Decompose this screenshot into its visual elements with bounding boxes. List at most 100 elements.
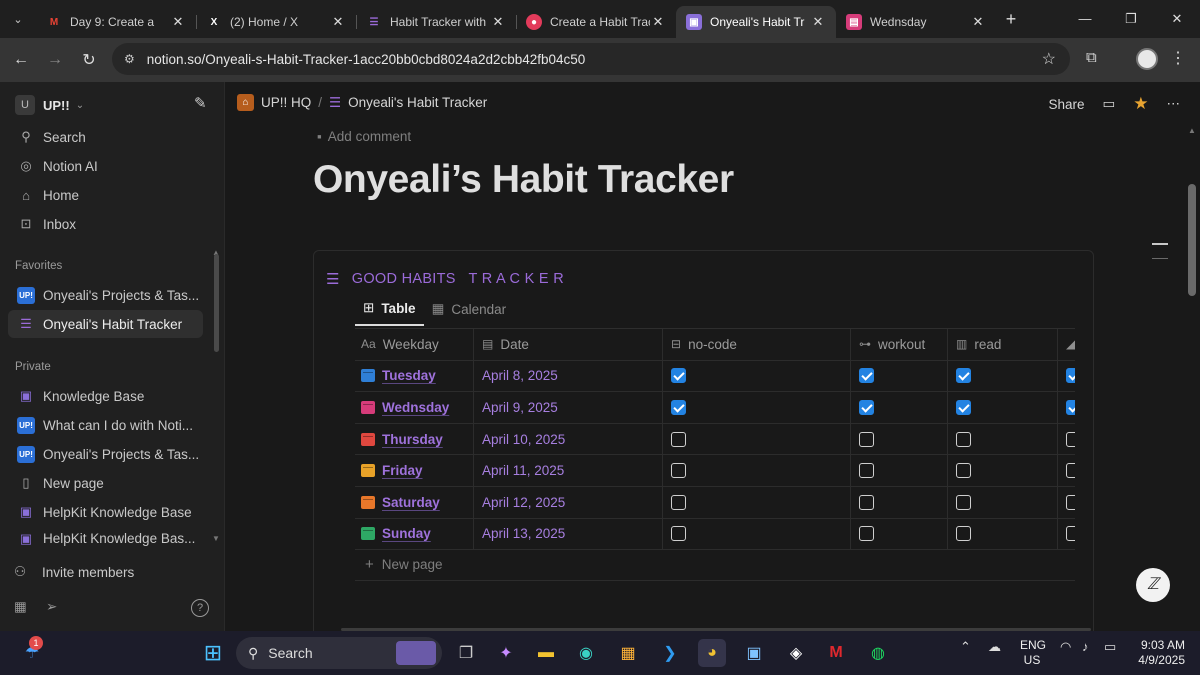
url-input[interactable]: ⚙ notion.so/Onyeali-s-Habit-Tracker-1acc… xyxy=(112,43,1070,75)
taskbar-search[interactable]: ⚲ Search xyxy=(236,637,442,669)
weekday-link[interactable]: Friday xyxy=(382,463,423,478)
habit-checkbox[interactable] xyxy=(671,463,686,479)
close-tab-icon[interactable]: ✕ xyxy=(170,14,186,30)
browser-tab-1[interactable]: X (2) Home / X ✕ xyxy=(196,6,356,38)
sidebar-item-inbox[interactable]: ⊡ Inbox xyxy=(8,210,203,238)
task-view-icon[interactable]: ❐ xyxy=(452,639,480,667)
habit-checkbox[interactable] xyxy=(956,526,971,542)
habit-checkbox[interactable] xyxy=(1066,526,1075,542)
bookmark-star-icon[interactable]: ☆ xyxy=(1042,49,1056,69)
column-header-weekday[interactable]: Aa Weekday xyxy=(355,329,474,360)
close-tab-icon[interactable]: ✕ xyxy=(810,14,826,30)
table-row[interactable]: Thursday April 10, 2025 xyxy=(355,423,1075,456)
habit-checkbox[interactable] xyxy=(956,494,971,510)
habit-checkbox[interactable] xyxy=(859,463,874,479)
column-header-read[interactable]: ▥ read xyxy=(948,329,1058,360)
habit-checkbox[interactable] xyxy=(956,431,971,447)
habit-checkbox[interactable] xyxy=(671,431,686,447)
tab-table[interactable]: ⊞ Table xyxy=(355,300,424,326)
windows-start-icon[interactable]: ⊞ xyxy=(199,639,227,667)
close-tab-icon[interactable]: ✕ xyxy=(330,14,346,30)
back-icon[interactable]: ← xyxy=(4,51,38,69)
habit-checkbox[interactable] xyxy=(859,368,874,384)
sidebar-item-helpkit-2[interactable]: ▣ HelpKit Knowledge Bas... xyxy=(8,527,203,547)
volume-icon[interactable]: ♪ xyxy=(1082,639,1089,654)
breadcrumb-workspace[interactable]: UP!! HQ xyxy=(261,95,311,110)
favorite-star-icon[interactable]: ★ xyxy=(1133,94,1148,114)
system-clock[interactable]: 9:03 AM 4/9/2025 xyxy=(1133,638,1185,668)
habit-checkbox[interactable] xyxy=(859,431,874,447)
restore-icon[interactable]: ❐ xyxy=(1108,0,1154,38)
weekday-cell[interactable]: Wednsday xyxy=(355,392,474,423)
copilot-icon[interactable]: ✦ xyxy=(492,639,520,667)
reload-icon[interactable]: ↻ xyxy=(72,50,106,70)
table-row[interactable]: Wednsday April 9, 2025 xyxy=(355,392,1075,424)
profile-avatar[interactable] xyxy=(1136,48,1158,70)
invite-members-button[interactable]: ⚇ Invite members xyxy=(14,564,134,580)
edge-icon[interactable]: ◉ xyxy=(572,639,600,667)
remote-desktop-icon[interactable]: ▣ xyxy=(740,639,768,667)
minimize-icon[interactable]: — xyxy=(1062,0,1108,38)
sidebar-item-habit-tracker[interactable]: ☰ Onyeali's Habit Tracker xyxy=(8,310,203,338)
date-cell[interactable]: April 12, 2025 xyxy=(474,486,663,518)
vscode-icon[interactable]: ❯ xyxy=(656,639,684,667)
weekday-link[interactable]: Saturday xyxy=(382,495,440,510)
weekday-link[interactable]: Thursday xyxy=(382,432,443,447)
habit-checkbox[interactable] xyxy=(956,463,971,479)
column-header-date[interactable]: ▤ Date xyxy=(474,329,663,360)
sidebar-item-projects-fav[interactable]: UP! Onyeali's Projects & Tas... xyxy=(8,281,203,309)
weekday-cell[interactable]: Saturday xyxy=(355,486,474,518)
share-button[interactable]: Share xyxy=(1048,97,1084,112)
templates-icon[interactable]: ▦ xyxy=(14,599,27,615)
sidebar-item-search[interactable]: ⚲ Search xyxy=(8,123,203,151)
habit-checkbox[interactable] xyxy=(1066,494,1075,510)
habit-checkbox[interactable] xyxy=(859,399,874,415)
table-row[interactable]: Friday April 11, 2025 xyxy=(355,455,1075,487)
habit-checkbox[interactable] xyxy=(956,399,971,415)
habit-checkbox[interactable] xyxy=(1066,431,1075,447)
weekday-link[interactable]: Wednsday xyxy=(382,400,449,415)
weekday-cell[interactable]: Friday xyxy=(355,455,474,486)
page-scrollbar[interactable] xyxy=(1188,184,1196,296)
habit-checkbox[interactable] xyxy=(671,399,686,415)
habit-checkbox[interactable] xyxy=(1066,463,1075,479)
browser-tab-3[interactable]: ● Create a Habit Trac ✕ xyxy=(516,6,676,38)
weekday-link[interactable]: Tuesday xyxy=(382,368,436,383)
site-info-icon[interactable]: ⚙ xyxy=(124,52,135,66)
tab-calendar[interactable]: ▦ Calendar xyxy=(424,300,515,326)
date-cell[interactable]: April 13, 2025 xyxy=(474,518,663,550)
new-page-compose-icon[interactable]: ✎ xyxy=(194,94,207,112)
tab-search-dropdown-icon[interactable]: ⌄ xyxy=(0,0,36,38)
browser-tab-0[interactable]: M Day 9: Create a ✕ xyxy=(36,6,196,38)
habit-checkbox[interactable] xyxy=(1066,368,1075,384)
browser-tab-5[interactable]: ▤ Wednsday ✕ xyxy=(836,6,996,38)
sidebar-item-what-can-i-do[interactable]: UP! What can I do with Noti... xyxy=(8,411,203,439)
weekday-cell[interactable]: Thursday xyxy=(355,423,474,455)
database-title[interactable]: ☰ GOOD HABITS T R A C K E R xyxy=(326,270,564,288)
column-header-workout[interactable]: ⊶ workout xyxy=(851,329,948,360)
sidebar-scroll-down-icon[interactable]: ▼ xyxy=(212,534,220,543)
toc-line-icon[interactable] xyxy=(1152,258,1168,259)
sidebar-item-notion-ai[interactable]: ◎ Notion AI xyxy=(8,152,203,180)
store-icon[interactable]: ▦ xyxy=(614,639,642,667)
habit-checkbox[interactable] xyxy=(1066,399,1075,415)
extensions-icon[interactable]: ⧉ xyxy=(1086,49,1097,66)
table-row[interactable]: Tuesday April 8, 2025 xyxy=(355,360,1075,393)
show-hidden-icons-icon[interactable]: ⌃ xyxy=(960,639,971,655)
sidebar-item-projects[interactable]: UP! Onyeali's Projects & Tas... xyxy=(8,440,203,468)
sidebar-item-helpkit-1[interactable]: ▣ HelpKit Knowledge Base xyxy=(8,498,203,526)
sidebar-scrollbar[interactable] xyxy=(214,254,219,352)
cloud-icon[interactable]: ☁ xyxy=(988,639,1001,655)
favorites-heading[interactable]: Favorites xyxy=(15,260,62,272)
new-tab-icon[interactable]: + xyxy=(996,9,1026,30)
close-tab-icon[interactable]: ✕ xyxy=(490,14,506,30)
habit-checkbox[interactable] xyxy=(859,526,874,542)
workspace-switcher[interactable]: U UP!! ⌄ xyxy=(15,95,84,115)
sidebar-item-home[interactable]: ⌂ Home xyxy=(8,181,203,209)
habit-checkbox[interactable] xyxy=(671,494,686,510)
weekday-link[interactable]: Sunday xyxy=(382,526,431,541)
battery-icon[interactable]: ▭ xyxy=(1104,639,1116,655)
more-options-icon[interactable]: ⋯ xyxy=(1167,96,1181,112)
new-page-button[interactable]: + New page xyxy=(365,556,443,573)
column-header-no-code[interactable]: ⊟ no-code xyxy=(663,329,851,360)
